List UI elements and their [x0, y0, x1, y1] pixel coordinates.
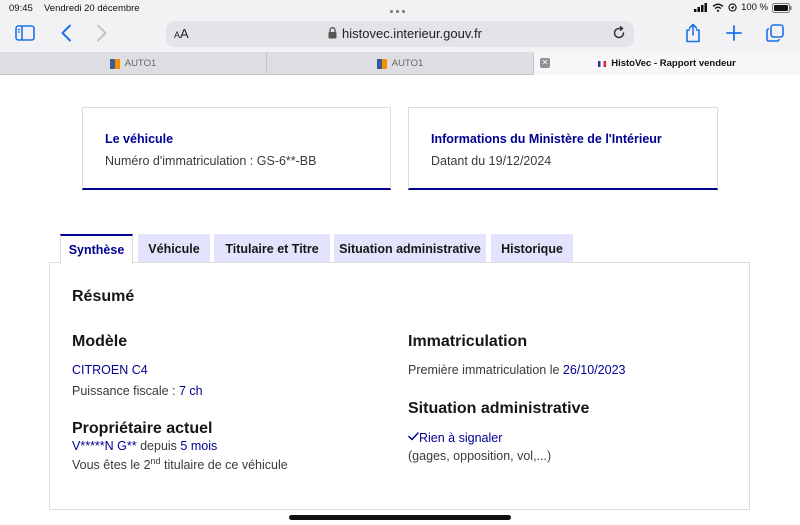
model-value: CITROEN C4: [72, 363, 148, 377]
close-tab-icon[interactable]: ✕: [540, 58, 550, 68]
admin-status: Rien à signaler: [408, 431, 502, 445]
back-icon[interactable]: [53, 20, 79, 46]
status-date: Vendredi 20 décembre: [44, 3, 140, 14]
browser-tab-auto1-a[interactable]: AUTO1: [0, 52, 267, 75]
browser-tab-label: HistoVec - Rapport vendeur: [611, 58, 736, 69]
wifi-icon: [712, 3, 724, 12]
share-icon[interactable]: [680, 20, 706, 46]
check-icon: [408, 432, 419, 441]
french-flag-icon: [598, 60, 607, 67]
auto1-favicon-icon: [376, 58, 387, 69]
browser-tab-strip: AUTO1 AUTO1 HistoVec - Rapport vendeur ✕: [0, 52, 800, 75]
holder-suffix: titulaire de ce véhicule: [160, 458, 288, 473]
browser-tab-auto1-b[interactable]: AUTO1: [267, 52, 534, 75]
holder-prefix: Vous êtes le 2: [72, 458, 151, 473]
browser-tab-label: AUTO1: [391, 58, 424, 69]
first-registration-date: 26/10/2023: [562, 363, 626, 377]
tabs-overview-icon[interactable]: [762, 20, 788, 46]
fiscal-value: 7 ch: [179, 384, 203, 398]
vehicle-card: Le véhicule Numéro d'immatriculation : G…: [82, 107, 391, 190]
admin-note: (gages, opposition, vol,...): [408, 449, 552, 463]
fiscal-power: Puissance fiscale : 7 ch: [72, 384, 203, 398]
owner-since-value: 5 mois: [180, 439, 218, 453]
lock-icon: [328, 27, 337, 39]
sidebar-icon[interactable]: [12, 20, 38, 46]
tab-vehicule[interactable]: Véhicule: [138, 234, 210, 263]
tab-situation-administrative[interactable]: Situation administrative: [334, 234, 486, 263]
owner-heading: Propriétaire actuel: [72, 420, 213, 437]
admin-heading: Situation administrative: [408, 400, 590, 417]
owner-name: V*****N G**: [72, 439, 137, 453]
tab-synthese[interactable]: Synthèse: [60, 234, 133, 264]
battery-percent: 100 %: [741, 2, 768, 13]
location-icon: [728, 3, 737, 12]
ministry-date: Datant du 19/12/2024: [431, 154, 552, 168]
address-bar[interactable]: AA histovec.interieur.gouv.fr: [166, 21, 634, 47]
browser-tab-histovec[interactable]: HistoVec - Rapport vendeur: [534, 52, 800, 75]
model-heading: Modèle: [72, 333, 128, 350]
synthese-panel: Résumé Modèle CITROEN C4 Puissance fisca…: [49, 262, 750, 510]
signal-icon: [694, 3, 708, 12]
browser-tab-label: AUTO1: [124, 58, 157, 69]
ministry-card: Informations du Ministère de l'Intérieur…: [408, 107, 718, 190]
new-tab-icon[interactable]: [721, 20, 747, 46]
status-indicators: 100 %: [694, 2, 792, 13]
forward-icon[interactable]: [89, 20, 115, 46]
summary-title: Résumé: [72, 288, 135, 305]
holder-sup: nd: [150, 456, 161, 466]
ministry-card-title: Informations du Ministère de l'Intérieur: [431, 132, 662, 146]
reader-aa-button[interactable]: AA: [174, 26, 189, 41]
vehicle-card-title: Le véhicule: [105, 132, 174, 146]
url-text: histovec.interieur.gouv.fr: [342, 26, 482, 41]
owner-line: V*****N G** depuis 5 mois: [72, 439, 217, 453]
owner-since-label: depuis: [136, 439, 181, 453]
status-time: 09:45: [9, 3, 33, 14]
registration-heading: Immatriculation: [408, 333, 528, 350]
tab-titulaire[interactable]: Titulaire et Titre: [214, 234, 330, 263]
reload-icon[interactable]: [612, 26, 626, 40]
admin-status-text: Rien à signaler: [419, 431, 503, 445]
status-bar: 09:45 Vendredi 20 décembre 100 %: [0, 0, 800, 16]
registration-number: Numéro d'immatriculation : GS-6**-BB: [105, 154, 317, 168]
home-indicator: [289, 515, 511, 520]
tab-historique[interactable]: Historique: [491, 234, 573, 263]
browser-toolbar: AA histovec.interieur.gouv.fr: [0, 16, 800, 52]
fiscal-label: Puissance fiscale :: [72, 384, 179, 398]
battery-icon: [772, 2, 792, 13]
first-registration: Première immatriculation le 26/10/2023: [408, 363, 625, 377]
auto1-favicon-icon: [109, 58, 120, 69]
first-registration-label: Première immatriculation le: [408, 363, 563, 377]
multitask-dots-icon[interactable]: [390, 5, 410, 13]
holder-rank: Vous êtes le 2nd titulaire de ce véhicul…: [72, 456, 288, 472]
